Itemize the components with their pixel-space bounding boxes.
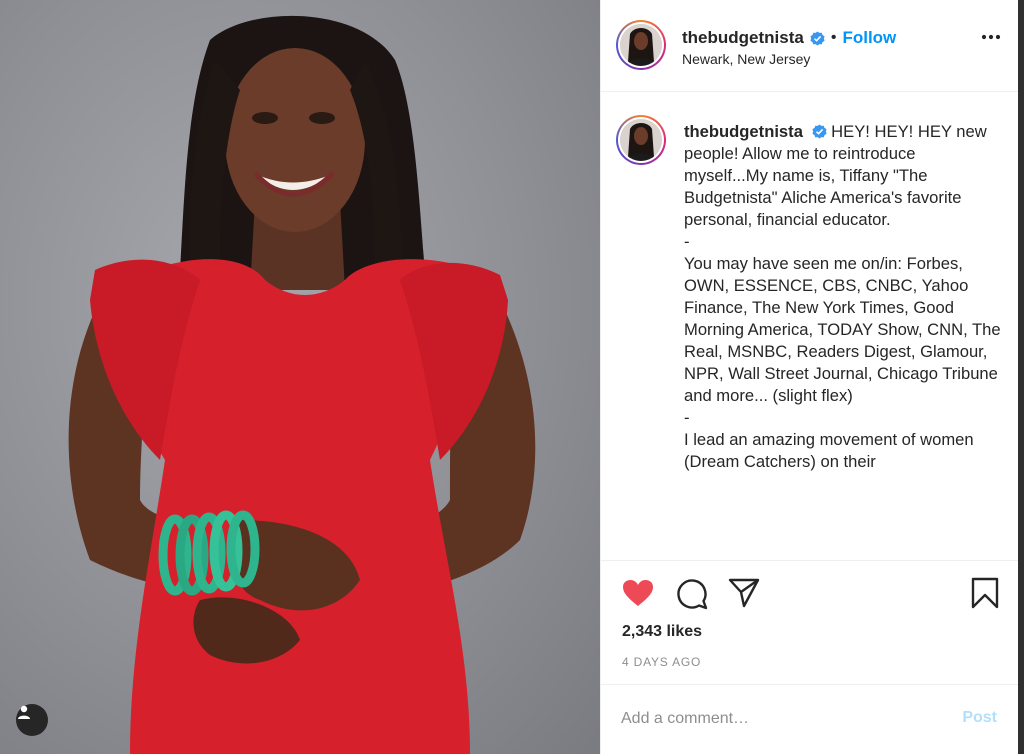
post-details-panel: thebudgetnista • Follow Newark, New Jers… — [600, 0, 1019, 754]
bookmark-icon[interactable] — [971, 577, 999, 609]
user-tag-icon — [18, 705, 30, 719]
heart-icon[interactable] — [622, 579, 654, 607]
verified-badge-icon — [812, 124, 827, 139]
caption-text: - — [684, 232, 690, 251]
post-location[interactable]: Newark, New Jersey — [682, 51, 810, 67]
avatar-portrait-icon — [620, 119, 662, 161]
likes-count[interactable]: 2,343 likes — [622, 623, 702, 641]
post-actions: 2,343 likes 4 DAYS AGO — [601, 560, 1019, 684]
post-comment-button[interactable]: Post — [962, 709, 997, 727]
post-timestamp[interactable]: 4 DAYS AGO — [622, 655, 701, 669]
avatar-portrait-icon — [620, 24, 662, 66]
caption-text: - — [684, 408, 690, 427]
post-header: thebudgetnista • Follow Newark, New Jers… — [601, 0, 1019, 92]
separator-dot: • — [830, 29, 837, 46]
caption-username[interactable]: thebudgetnista — [684, 122, 803, 141]
modal-backdrop[interactable] — [1018, 0, 1024, 754]
comment-bar: Post — [601, 684, 1019, 754]
comment-icon[interactable] — [676, 578, 708, 610]
post-caption: thebudgetnista HEY! HEY! HEY new people!… — [684, 121, 1004, 473]
follow-button[interactable]: Follow — [842, 28, 896, 48]
post-photo[interactable] — [0, 0, 600, 754]
caption-text: I lead an amazing movement of women (Dre… — [684, 430, 974, 471]
author-avatar[interactable] — [616, 20, 666, 70]
tagged-users-button[interactable] — [16, 704, 48, 736]
caption-author-avatar[interactable] — [616, 115, 666, 165]
caption-scroll-area[interactable]: thebudgetnista HEY! HEY! HEY new people!… — [601, 93, 1019, 558]
send-icon[interactable] — [728, 578, 760, 608]
author-username[interactable]: thebudgetnista — [682, 28, 804, 48]
more-horizontal-icon[interactable] — [981, 34, 1001, 40]
verified-badge-icon — [810, 30, 825, 46]
caption-text: You may have seen me on/in: Forbes, OWN,… — [684, 254, 1001, 405]
instagram-post-modal: thebudgetnista • Follow Newark, New Jers… — [0, 0, 1024, 754]
portrait-image — [68, 15, 536, 754]
comment-input[interactable] — [621, 707, 941, 731]
